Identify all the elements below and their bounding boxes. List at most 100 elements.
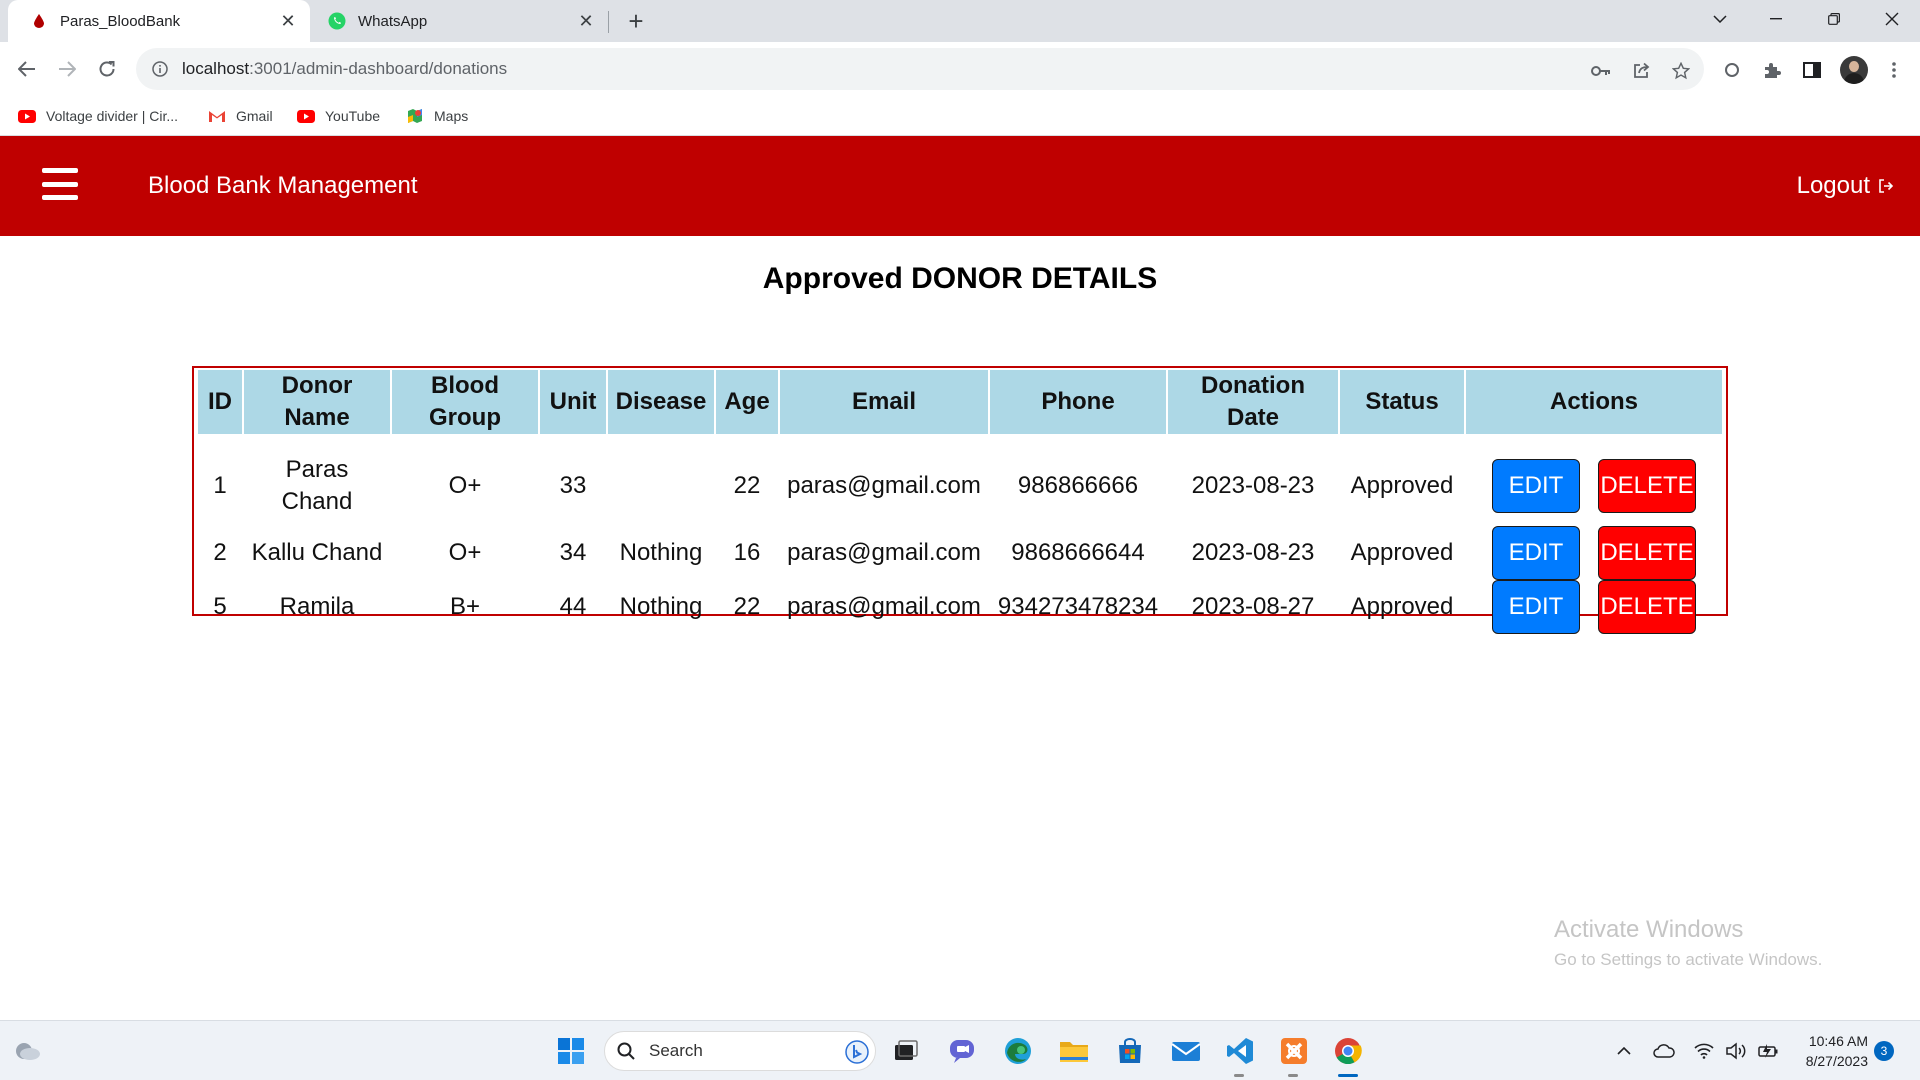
task-view-icon[interactable] (890, 1035, 922, 1067)
address-bar[interactable]: localhost:3001/admin-dashboard/donations (136, 48, 1704, 90)
taskbar-clock[interactable]: 10:46 AM 8/27/2023 (1792, 1031, 1868, 1071)
cell-id: 2 (213, 539, 227, 566)
xampp-icon[interactable] (1278, 1035, 1310, 1067)
mail-icon[interactable] (1170, 1035, 1202, 1067)
cell-donation-date: 2023-08-23 (1191, 539, 1315, 566)
table-row: 1 Paras Chand O+ 33 22 paras@gmail.com 9… (198, 434, 1722, 526)
cell-donor-name: Kallu Chand (251, 539, 383, 566)
column-header-donor-name: Donor Name (244, 370, 390, 434)
hamburger-line (42, 195, 78, 200)
tab-title: WhatsApp (358, 12, 428, 30)
cell-blood-group: B+ (449, 593, 481, 620)
windows-start-icon[interactable] (555, 1035, 587, 1067)
donor-table: ID Donor Name Blood Group Unit Disease A… (196, 370, 1724, 634)
back-arrow-icon[interactable] (12, 54, 42, 84)
weather-widget-icon[interactable] (12, 1035, 44, 1067)
url-text: localhost:3001/admin-dashboard/donations (182, 59, 507, 79)
tab-paras-bloodbank[interactable]: Paras_BloodBank ✕ (8, 0, 310, 42)
minimize-icon[interactable] (1756, 0, 1796, 38)
cell-blood-group: O+ (448, 472, 482, 499)
bookmark-gmail[interactable]: Gmail (208, 105, 273, 127)
edit-button[interactable]: EDIT (1492, 580, 1580, 634)
cell-age: 22 (733, 472, 761, 499)
cell-donor-name: Paras Chand (281, 456, 353, 515)
youtube-icon (18, 109, 36, 123)
volume-icon[interactable] (1724, 1039, 1748, 1063)
cell-phone: 9868666644 (1011, 539, 1145, 566)
restore-icon[interactable] (1814, 0, 1854, 38)
cell-donation-date: 2023-08-27 (1191, 593, 1315, 620)
bookmark-maps[interactable]: Maps (406, 105, 468, 127)
share-icon[interactable] (1630, 60, 1652, 82)
cell-donor-name: Ramila (279, 593, 355, 620)
taskbar-search-box[interactable]: Search (604, 1031, 876, 1071)
wifi-icon[interactable] (1692, 1039, 1716, 1063)
table-row: 2 Kallu Chand O+ 34 Nothing 16 paras@gma… (198, 526, 1722, 580)
cell-id: 5 (213, 593, 227, 620)
close-window-icon[interactable] (1872, 0, 1912, 38)
delete-button[interactable]: DELETE (1598, 459, 1696, 513)
row-actions: EDIT DELETE (1470, 459, 1718, 513)
logout-label: Logout (1796, 172, 1870, 199)
clock-date: 8/27/2023 (1805, 1053, 1868, 1069)
cell-blood-group: O+ (448, 539, 482, 566)
side-panel-icon[interactable] (1800, 58, 1824, 82)
cell-phone: 934273478234 (997, 593, 1159, 620)
close-tab-icon[interactable]: ✕ (576, 11, 596, 31)
hamburger-menu-icon[interactable] (42, 168, 78, 200)
cell-email: paras@gmail.com (787, 593, 981, 620)
notification-badge[interactable]: 3 (1874, 1041, 1894, 1061)
vscode-icon[interactable] (1224, 1035, 1256, 1067)
column-header-email: Email (780, 370, 988, 434)
delete-button[interactable]: DELETE (1598, 526, 1696, 580)
gmail-icon (208, 109, 226, 123)
chrome-icon[interactable] (1332, 1035, 1364, 1067)
teams-chat-icon[interactable] (946, 1035, 978, 1067)
cell-disease: Nothing (619, 593, 703, 620)
hamburger-line (42, 168, 78, 173)
maps-icon (406, 109, 424, 123)
watermark-title: Activate Windows (1554, 916, 1744, 943)
cell-unit: 33 (559, 472, 587, 499)
cell-age: 16 (733, 539, 761, 566)
microsoft-store-icon[interactable] (1114, 1035, 1146, 1067)
edge-browser-icon[interactable] (1002, 1035, 1034, 1067)
bookmark-youtube[interactable]: YouTube (297, 105, 380, 127)
logout-link[interactable]: Logout (1797, 172, 1896, 200)
extensions-puzzle-icon[interactable] (1760, 58, 1784, 82)
battery-charging-icon[interactable] (1756, 1039, 1780, 1063)
file-explorer-icon[interactable] (1058, 1035, 1090, 1067)
column-header-actions: Actions (1466, 370, 1722, 434)
extension-circle-icon[interactable] (1720, 58, 1744, 82)
column-header-disease: Disease (608, 370, 714, 434)
tab-whatsapp[interactable]: WhatsApp ✕ (310, 0, 608, 42)
edit-button[interactable]: EDIT (1492, 526, 1580, 580)
onedrive-cloud-icon[interactable] (1652, 1039, 1676, 1063)
cell-actions: EDIT DELETE (1466, 434, 1722, 526)
forward-arrow-icon[interactable] (52, 54, 82, 84)
new-tab-button[interactable]: + (622, 8, 650, 36)
logout-icon (1878, 177, 1896, 195)
profile-avatar[interactable] (1840, 56, 1868, 84)
edit-button[interactable]: EDIT (1492, 459, 1580, 513)
tab-search-chevron-icon[interactable] (1700, 0, 1740, 38)
bookmark-voltage-divider[interactable]: Voltage divider | Cir... (18, 105, 178, 127)
cell-status: Approved (1350, 472, 1454, 499)
show-hidden-icons-chevron-icon[interactable] (1612, 1039, 1636, 1063)
search-placeholder: Search (649, 1041, 703, 1060)
running-indicator (1234, 1074, 1244, 1077)
windows-taskbar: Search 10:46 AM 8/27/2023 3 (0, 1020, 1920, 1080)
delete-button[interactable]: DELETE (1598, 580, 1696, 634)
column-header-id: ID (198, 370, 242, 434)
cell-disease: Nothing (619, 539, 703, 566)
reload-icon[interactable] (92, 54, 122, 84)
key-icon[interactable] (1590, 60, 1612, 82)
site-info-icon[interactable] (150, 59, 170, 79)
cell-id: 1 (213, 472, 227, 499)
chrome-menu-icon[interactable] (1882, 58, 1906, 82)
bookmark-label: Voltage divider | Cir... (46, 108, 179, 124)
bookmark-star-icon[interactable] (1670, 60, 1692, 82)
table-row: 5 Ramila B+ 44 Nothing 22 paras@gmail.co… (198, 580, 1722, 634)
close-tab-icon[interactable]: ✕ (278, 11, 298, 31)
cell-unit: 44 (559, 593, 587, 620)
